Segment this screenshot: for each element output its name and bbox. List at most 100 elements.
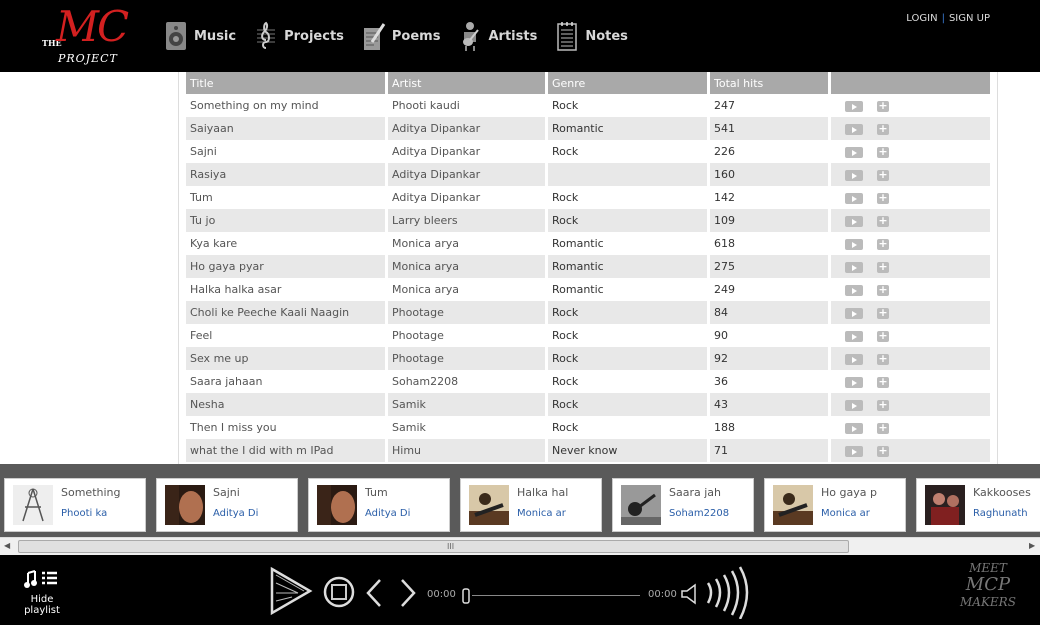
song-title-cell[interactable]: Halka halka asar — [186, 278, 386, 301]
play-song-icon[interactable] — [845, 284, 863, 296]
playlist-item-artist[interactable]: Raghunath — [973, 508, 1040, 519]
col-header-genre[interactable]: Genre — [548, 72, 708, 94]
play-song-icon[interactable] — [845, 192, 863, 204]
playlist-item[interactable]: Sajni Aditya Di — [156, 478, 298, 532]
seek-bar[interactable] — [472, 595, 640, 596]
song-title-cell[interactable]: Rasiya — [186, 163, 386, 186]
playlist-scrollbar[interactable]: ◀ III ▶ — [0, 537, 1040, 555]
volume-icon[interactable] — [680, 583, 698, 605]
play-song-icon[interactable] — [845, 445, 863, 457]
play-song-icon[interactable] — [845, 353, 863, 365]
song-title-cell[interactable]: Ho gaya pyar — [186, 255, 386, 278]
song-artist-cell[interactable]: Aditya Dipankar — [388, 186, 546, 209]
col-header-hits[interactable]: Total hits — [710, 72, 829, 94]
add-to-playlist-icon[interactable]: + — [877, 169, 889, 181]
col-header-title[interactable]: Title — [186, 72, 386, 94]
play-song-icon[interactable] — [845, 422, 863, 434]
playlist-item-artist[interactable]: Soham2208 — [669, 508, 749, 519]
hide-playlist-button[interactable]: Hide playlist — [18, 569, 66, 616]
playlist-item[interactable]: Ho gaya p Monica ar — [764, 478, 906, 532]
nav-item-music[interactable]: Music — [164, 16, 236, 56]
next-icon[interactable] — [398, 577, 418, 609]
add-to-playlist-icon[interactable]: + — [877, 307, 889, 319]
play-song-icon[interactable] — [845, 399, 863, 411]
scroll-right-arrow[interactable]: ▶ — [1029, 541, 1035, 550]
song-artist-cell[interactable]: Monica arya — [388, 255, 546, 278]
song-title-cell[interactable]: Saara jahaan — [186, 370, 386, 393]
nav-item-notes[interactable]: Notes — [555, 16, 628, 56]
previous-icon[interactable] — [364, 577, 384, 609]
playlist-item[interactable]: Saara jah Soham2208 — [612, 478, 754, 532]
stop-icon[interactable] — [322, 575, 356, 609]
play-icon[interactable] — [268, 565, 314, 617]
playlist-item-artist[interactable]: Phooti ka — [61, 508, 141, 519]
song-title-cell[interactable]: what the I did with m IPad — [186, 439, 386, 462]
add-to-playlist-icon[interactable]: + — [877, 399, 889, 411]
play-song-icon[interactable] — [845, 376, 863, 388]
scroll-left-arrow[interactable]: ◀ — [4, 541, 10, 550]
play-song-icon[interactable] — [845, 169, 863, 181]
playlist-item-artist[interactable]: Aditya Di — [365, 508, 445, 519]
song-title-cell[interactable]: Kya kare — [186, 232, 386, 255]
song-title-cell[interactable]: Something on my mind — [186, 94, 386, 117]
volume-level-icon[interactable] — [702, 565, 754, 619]
nav-item-poems[interactable]: Poems — [362, 16, 440, 56]
playlist-item-artist[interactable]: Monica ar — [517, 508, 597, 519]
song-title-cell[interactable]: Nesha — [186, 393, 386, 416]
playlist-item-artist[interactable]: Monica ar — [821, 508, 901, 519]
playlist-item-artist[interactable]: Aditya Di — [213, 508, 293, 519]
song-title-cell[interactable]: Saiyaan — [186, 117, 386, 140]
song-artist-cell[interactable]: Phootage — [388, 347, 546, 370]
song-artist-cell[interactable]: Soham2208 — [388, 370, 546, 393]
meet-mcp-makers-link[interactable]: MEET MCP MAKERS — [960, 561, 1016, 609]
add-to-playlist-icon[interactable]: + — [877, 330, 889, 342]
song-artist-cell[interactable]: Samik — [388, 416, 546, 439]
add-to-playlist-icon[interactable]: + — [877, 422, 889, 434]
play-song-icon[interactable] — [845, 123, 863, 135]
col-header-artist[interactable]: Artist — [388, 72, 546, 94]
signup-link[interactable]: SIGN UP — [949, 13, 990, 24]
play-song-icon[interactable] — [845, 261, 863, 273]
add-to-playlist-icon[interactable]: + — [877, 192, 889, 204]
song-artist-cell[interactable]: Phootage — [388, 324, 546, 347]
add-to-playlist-icon[interactable]: + — [877, 238, 889, 250]
song-artist-cell[interactable]: Samik — [388, 393, 546, 416]
song-artist-cell[interactable]: Monica arya — [388, 278, 546, 301]
add-to-playlist-icon[interactable]: + — [877, 146, 889, 158]
site-logo[interactable]: THE MC PROJECT — [40, 2, 129, 68]
nav-item-projects[interactable]: Projects — [254, 16, 344, 56]
add-to-playlist-icon[interactable]: + — [877, 353, 889, 365]
seek-handle-icon[interactable] — [460, 587, 472, 605]
song-artist-cell[interactable]: Aditya Dipankar — [388, 140, 546, 163]
song-title-cell[interactable]: Tum — [186, 186, 386, 209]
song-artist-cell[interactable]: Himu — [388, 439, 546, 462]
add-to-playlist-icon[interactable]: + — [877, 445, 889, 457]
song-artist-cell[interactable]: Larry bleers — [388, 209, 546, 232]
login-link[interactable]: LOGIN — [906, 13, 937, 24]
song-title-cell[interactable]: Choli ke Peeche Kaali Naagin — [186, 301, 386, 324]
play-song-icon[interactable] — [845, 307, 863, 319]
add-to-playlist-icon[interactable]: + — [877, 123, 889, 135]
song-artist-cell[interactable]: Aditya Dipankar — [388, 117, 546, 140]
add-to-playlist-icon[interactable]: + — [877, 376, 889, 388]
play-song-icon[interactable] — [845, 215, 863, 227]
song-artist-cell[interactable]: Phootage — [388, 301, 546, 324]
add-to-playlist-icon[interactable]: + — [877, 215, 889, 227]
play-song-icon[interactable] — [845, 238, 863, 250]
add-to-playlist-icon[interactable]: + — [877, 261, 889, 273]
song-title-cell[interactable]: Tu jo — [186, 209, 386, 232]
play-song-icon[interactable] — [845, 146, 863, 158]
scrollbar-thumb[interactable]: III — [18, 540, 849, 553]
add-to-playlist-icon[interactable]: + — [877, 100, 889, 112]
song-title-cell[interactable]: Sex me up — [186, 347, 386, 370]
playlist-item[interactable]: Halka hal Monica ar — [460, 478, 602, 532]
song-artist-cell[interactable]: Aditya Dipankar — [388, 163, 546, 186]
song-artist-cell[interactable]: Phooti kaudi — [388, 94, 546, 117]
song-title-cell[interactable]: Feel — [186, 324, 386, 347]
playlist-item[interactable]: Something Phooti ka — [4, 478, 146, 532]
playlist-item[interactable]: Tum Aditya Di — [308, 478, 450, 532]
nav-item-artists[interactable]: Artists — [458, 16, 537, 56]
song-title-cell[interactable]: Sajni — [186, 140, 386, 163]
song-title-cell[interactable]: Then I miss you — [186, 416, 386, 439]
song-artist-cell[interactable]: Monica arya — [388, 232, 546, 255]
